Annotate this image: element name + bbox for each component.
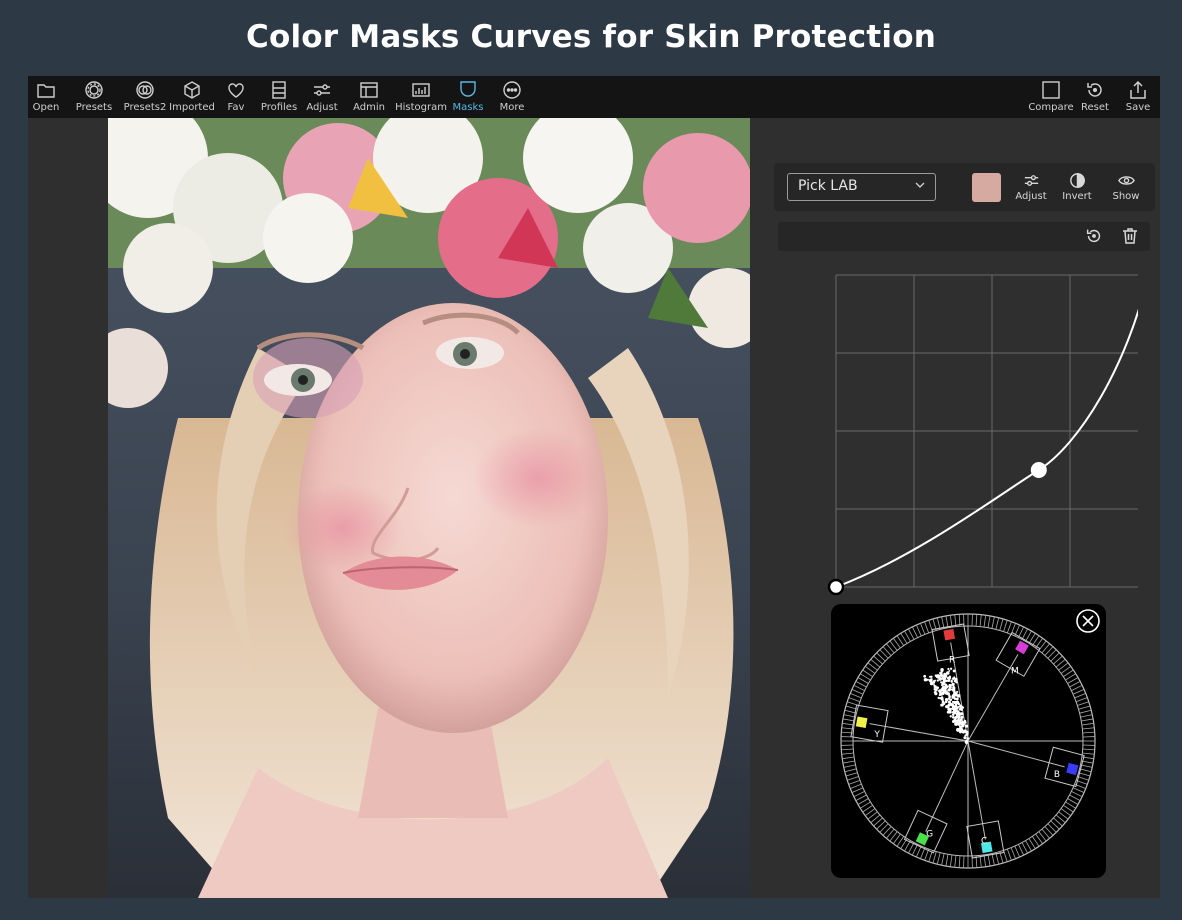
eye-icon (1117, 176, 1135, 185)
mask-adjust-button[interactable]: Adjust (1011, 171, 1051, 207)
vectorscope-target-label: Y (873, 730, 880, 740)
mask-icon (460, 81, 476, 97)
sliders-icon (314, 84, 330, 96)
admin-icon (360, 82, 378, 98)
toolbar-presets-button[interactable]: Presets (75, 79, 113, 117)
profiles-icon (272, 81, 286, 99)
curve-grid (835, 274, 1138, 588)
curve-control-point[interactable] (1030, 462, 1047, 478)
banner-title: Color Masks Curves for Skin Protection (246, 19, 936, 55)
heart-icon (228, 83, 244, 98)
more-icon (503, 81, 521, 99)
vectorscope-target-label: M (1011, 666, 1019, 676)
compare-icon (1042, 81, 1060, 99)
histogram-icon (412, 83, 430, 97)
vectorscope-target-label: G (926, 829, 933, 839)
mask-reset-button[interactable] (1084, 226, 1104, 246)
vectorscope-trace (923, 667, 970, 744)
toolbar-profiles-button[interactable]: Profiles (261, 79, 297, 117)
folder-icon (37, 84, 55, 98)
toolbar-compare-button[interactable]: Compare (1028, 79, 1074, 117)
mask-color-swatch[interactable] (972, 173, 1001, 202)
vectorscope-target-label: C (981, 837, 987, 847)
toolbar-histogram-button[interactable]: Histogram (395, 79, 447, 117)
toolbar-more-button[interactable]: More (497, 79, 527, 117)
toolbar: Open Presets Presets2 Imported Fav Profi… (28, 76, 1160, 118)
vectorscope-close-button[interactable] (1076, 609, 1100, 633)
chevron-down-icon (915, 182, 925, 188)
toolbar-masks-button[interactable]: Masks (452, 79, 484, 117)
toolbar-open-button[interactable]: Open (32, 79, 60, 117)
vectorscope-target-label: B (1054, 770, 1060, 780)
reset-icon (1087, 83, 1102, 97)
toolbar-admin-button[interactable]: Admin (353, 79, 385, 117)
toolbar-save-button[interactable]: Save (1124, 79, 1152, 117)
presets2-icon (136, 81, 154, 99)
reset-icon (1086, 229, 1101, 243)
photo-canvas[interactable] (108, 118, 750, 898)
mask-mode-select[interactable]: Pick LAB (787, 173, 936, 201)
portrait-image (108, 118, 750, 898)
toolbar-reset-button[interactable]: Reset (1080, 79, 1110, 117)
mask-list-row[interactable] (778, 222, 1150, 251)
trash-icon (1123, 228, 1137, 244)
vectorscope-target-label: R (949, 655, 955, 665)
invert-icon (1069, 173, 1085, 188)
mask-toolbar: Pick LAB Adjust Invert Show (774, 163, 1155, 211)
tone-curve[interactable] (798, 262, 1138, 596)
toolbar-imported-button[interactable]: Imported (169, 79, 215, 117)
mask-invert-button[interactable]: Invert (1057, 171, 1097, 207)
share-icon (1130, 80, 1146, 99)
presets-icon (85, 81, 103, 99)
close-icon (1082, 615, 1094, 627)
toolbar-presets2-button[interactable]: Presets2 (124, 79, 166, 117)
vectorscope: R M Y B G C (831, 604, 1106, 878)
toolbar-adjust-button[interactable]: Adjust (306, 79, 338, 117)
banner: Color Masks Curves for Skin Protection (0, 0, 1182, 74)
app-window: Open Presets Presets2 Imported Fav Profi… (28, 76, 1160, 898)
mask-show-button[interactable]: Show (1106, 171, 1146, 207)
cube-icon (184, 81, 200, 99)
toolbar-fav-button[interactable]: Fav (224, 79, 248, 117)
mask-delete-button[interactable] (1120, 226, 1140, 246)
curve-control-point[interactable] (827, 578, 845, 596)
sliders-icon (1024, 175, 1038, 186)
